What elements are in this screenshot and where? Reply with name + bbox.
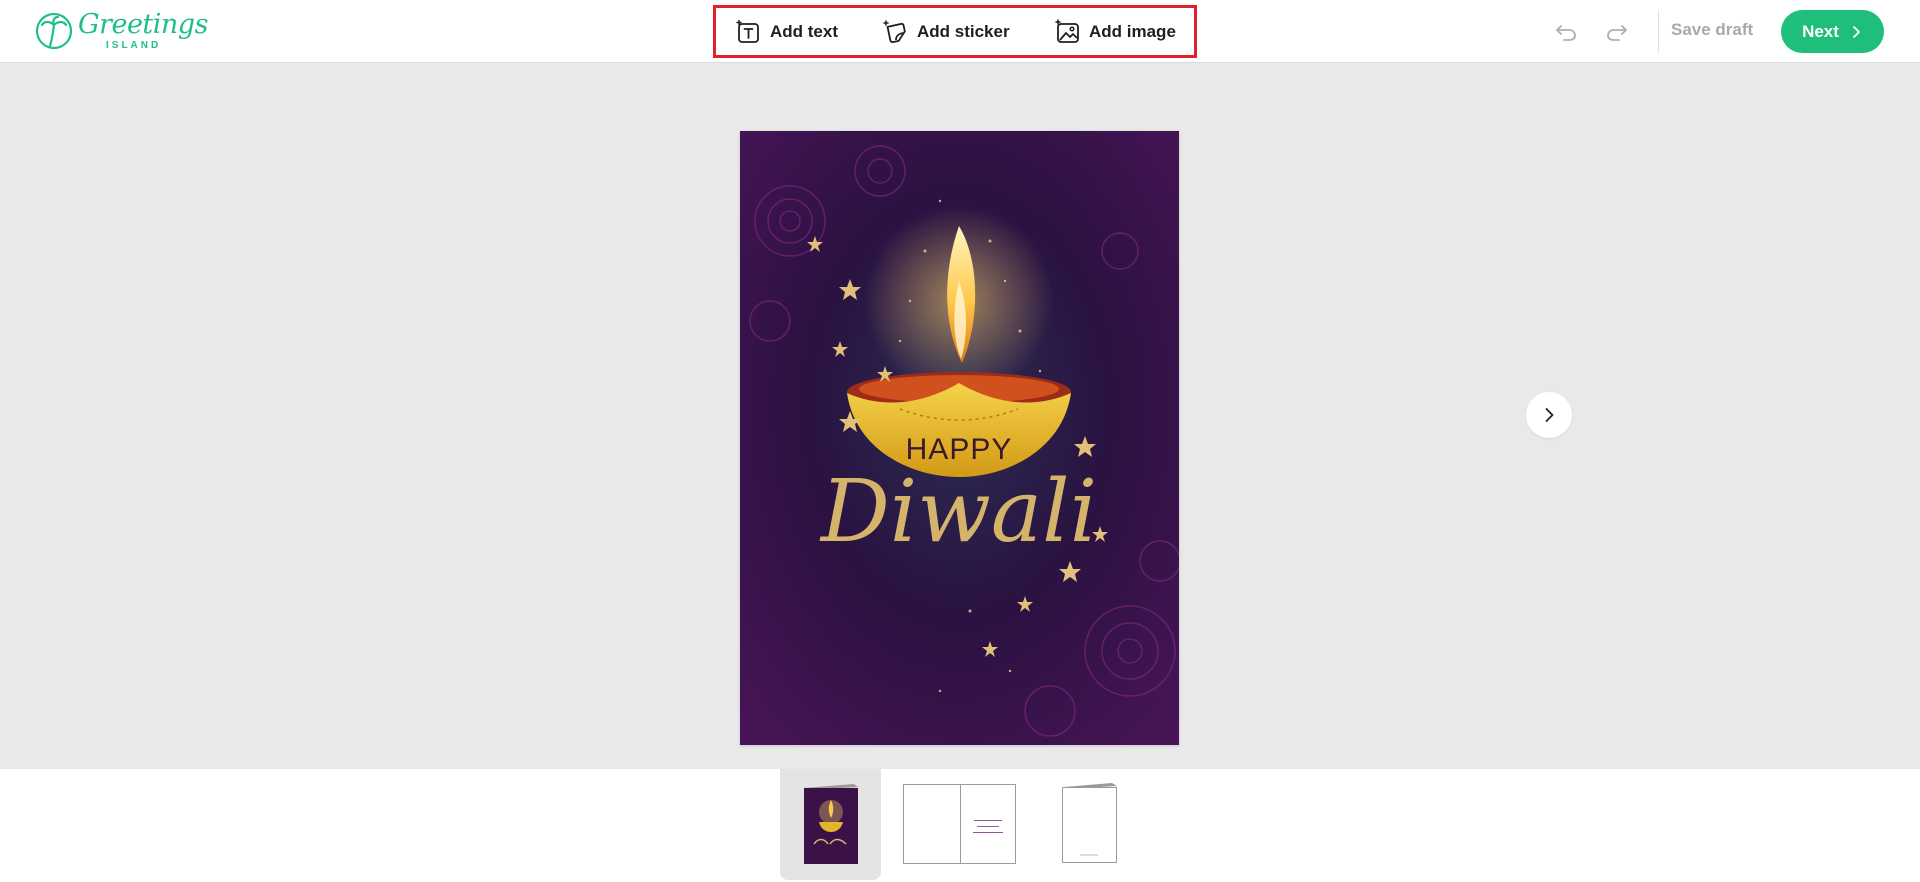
add-sticker-icon (883, 20, 906, 44)
add-image-button[interactable]: Add image (1055, 12, 1176, 52)
add-text-icon (736, 19, 759, 43)
thumbnail-inside[interactable] (903, 784, 1016, 864)
logo-subtitle: ISLAND (106, 40, 162, 51)
undo-icon[interactable] (1552, 17, 1580, 45)
add-text-button[interactable]: Add text (736, 12, 838, 52)
add-sticker-button[interactable]: Add sticker (883, 12, 1010, 52)
next-page-button[interactable] (1526, 392, 1572, 438)
thumbnail-back[interactable] (1060, 781, 1118, 864)
logo-wordmark: Greetings ISLAND (78, 9, 208, 53)
logo-name: Greetings (78, 9, 208, 40)
next-label: Next (1802, 21, 1839, 41)
thumbnail-fold-line (960, 785, 961, 863)
top-bar: Greetings ISLAND Add text Add sticker Ad… (0, 0, 1920, 63)
add-sticker-label: Add sticker (917, 22, 1010, 41)
add-image-icon (1055, 19, 1079, 43)
inside-message-placeholder (970, 815, 1006, 833)
save-draft-button[interactable]: Save draft (1671, 20, 1753, 40)
redo-icon[interactable] (1603, 17, 1631, 45)
add-elements-toolbar: Add text Add sticker Add image (713, 5, 1197, 58)
card-diwali-text[interactable]: Diwali (819, 462, 1097, 562)
card-front-canvas[interactable]: HAPPY Diwali (740, 131, 1179, 745)
chevron-right-icon (1853, 25, 1860, 38)
palm-tree-logo-icon (35, 12, 73, 50)
header-divider (1658, 10, 1659, 53)
add-text-label: Add text (770, 22, 838, 41)
next-button[interactable]: Next (1781, 10, 1884, 53)
chevron-right-icon (1545, 408, 1554, 422)
diwali-card-artwork: HAPPY Diwali (740, 131, 1179, 745)
page-thumbnails-bar (0, 769, 1920, 882)
add-image-label: Add image (1089, 22, 1176, 41)
front-thumbnail-image (804, 784, 858, 864)
greetings-island-logo[interactable]: Greetings ISLAND (34, 9, 208, 53)
back-thumbnail-image (1062, 783, 1117, 863)
thumbnail-front[interactable] (802, 782, 859, 864)
